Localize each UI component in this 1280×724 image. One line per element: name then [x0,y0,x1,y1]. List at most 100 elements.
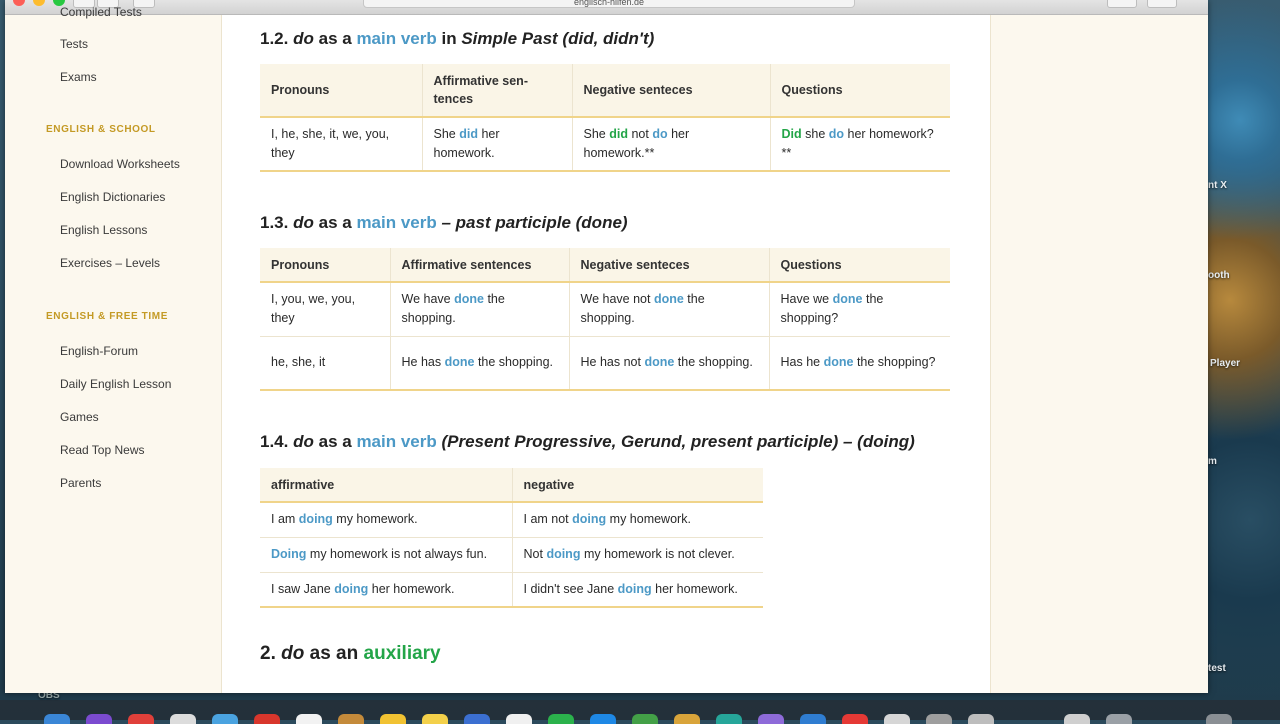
table-cell: Has he done the shopping? [780,355,936,370]
table-row: I am doing my homework. I am not doing m… [260,502,763,538]
sidebar-link[interactable]: Compiled Tests [60,5,142,19]
sidebar-link[interactable]: Read Top News [60,443,145,457]
app-icon[interactable] [296,714,322,724]
table-cell: Have we done the shopping? [769,282,950,337]
simple-past-table: Pronouns Affirmative sen­tences Negative… [260,64,950,172]
table-cell: I, you, we, you, they [260,282,391,337]
sidebar-link[interactable]: English Lessons [60,223,147,237]
browser-titlebar: englisch-hilfen.de [5,0,1208,15]
table-cell: I didn't see Jane doing her homework. [523,581,738,596]
desktop-label[interactable]: test [1208,663,1226,674]
app-icon[interactable] [254,714,280,724]
section-heading-1-4: 1.4. do as a main verb (Present Progress… [260,432,915,452]
notes-icon[interactable] [380,714,406,724]
table-row: I, he, she, it, we, you, they She did he… [260,117,950,171]
app-icon[interactable] [86,714,112,724]
heading-do: do [293,432,314,451]
desktop-label[interactable]: Player [1210,358,1240,369]
table-cell: I saw Jane doing her homework. [260,572,513,607]
table-cell: She did her homework. [422,117,573,171]
app-icon[interactable] [506,714,532,724]
right-gutter [990,15,1208,693]
heading-do: do [293,29,314,48]
app-icon[interactable] [548,714,574,724]
table-cell: I am not doing my homework. [512,502,763,538]
app-icon[interactable] [884,714,910,724]
app-icon[interactable] [128,714,154,724]
app-icon[interactable] [338,714,364,724]
minimize-window-button[interactable] [33,0,45,6]
sidebar-link[interactable]: English Dictionaries [60,190,165,204]
sidebar-link[interactable]: Games [60,410,99,424]
heading-do: do [293,213,314,232]
app-icon[interactable] [926,714,952,724]
safari-icon[interactable] [212,714,238,724]
app-icon[interactable] [968,714,994,724]
app-icon[interactable] [422,714,448,724]
app-icon[interactable] [758,714,784,724]
table-row: he, she, it He has done the shopping. He… [260,336,950,390]
desktop-label[interactable]: ooth [1208,270,1230,281]
table-cell: Did she do her home­work?** [781,127,934,160]
app-icon[interactable] [464,714,490,724]
heading-number: 1.4. [260,432,289,451]
table-cell: He has not done the shopping. [569,336,770,390]
site-sidebar: Compiled Tests Tests Exams ENGLISH & SCH… [5,5,222,693]
heading-text: Simple Past (did, didn't) [461,29,655,48]
column-header: Questions [770,64,950,118]
heading-number: 2. [260,643,276,664]
app-icon[interactable] [716,714,742,724]
section-heading-1-2: 1.2. do as a main verb in Simple Past (d… [260,29,654,49]
app-icon[interactable] [632,714,658,724]
progressive-table: affirmative negative I am doing my homew… [260,468,763,608]
heading-text: as a [318,29,352,48]
sidebar-heading: ENGLISH & FREE TIME [46,311,168,322]
table-row: Doing my homework is not always fun. Not… [260,537,763,573]
table-cell: We have done the shopping. [390,282,570,337]
desktop-label[interactable]: nt X [1208,180,1227,191]
trash-icon[interactable] [1206,714,1232,724]
app-icon[interactable] [170,714,196,724]
sidebar-link[interactable]: Exercises – Levels [60,256,160,270]
heading-text: as a [318,432,352,451]
app-icon[interactable] [842,714,868,724]
table-cell: Not doing my homework is not clever. [512,537,763,573]
table-cell: Doing my homework is not always fun. [260,537,513,573]
address-bar[interactable]: englisch-hilfen.de [363,0,855,8]
column-header: Affirmative sentences [390,248,570,283]
column-header: Negative senteces [572,64,771,118]
app-icon[interactable] [674,714,700,724]
sidebar-link[interactable]: Parents [60,476,101,490]
app-icon[interactable] [1106,714,1132,724]
downloads-icon[interactable] [1064,714,1090,724]
main-verb-link[interactable]: main verb [356,213,436,232]
finder-icon[interactable] [44,714,70,724]
sidebar-link[interactable]: Tests [60,37,88,51]
app-icon[interactable] [800,714,826,724]
heading-number: 1.2. [260,29,289,48]
share-button[interactable] [1107,0,1137,8]
tabs-button[interactable] [1147,0,1177,8]
sidebar-link[interactable]: Daily English Lesson [60,377,171,391]
section-heading-2: 2. do as an auxiliary [260,643,441,665]
desktop-label[interactable]: m [1208,456,1217,467]
sidebar-link[interactable]: Exams [60,70,97,84]
table-cell: I am doing my homework. [260,502,513,538]
sidebar-link[interactable]: Download Worksheets [60,157,180,171]
app-icon[interactable] [590,714,616,724]
main-verb-link[interactable]: main verb [356,29,436,48]
auxiliary-link[interactable]: auxiliary [364,643,441,664]
browser-window: englisch-hilfen.de Compiled Tests Tests … [5,0,1208,693]
table-cell: He has done the shopping. [390,336,570,390]
close-window-button[interactable] [13,0,25,6]
web-page: Compiled Tests Tests Exams ENGLISH & SCH… [5,5,1208,693]
main-verb-link[interactable]: main verb [356,432,436,451]
column-header: Negative senteces [569,248,770,283]
heading-text: as a [318,213,352,232]
column-header: negative [512,468,763,503]
past-participle-table: Pronouns Affirmative sentences Negative … [260,248,950,391]
sidebar-link[interactable]: English-Forum [60,344,138,358]
heading-text: – past participle (done) [441,213,628,232]
table-cell: I, he, she, it, we, you, they [260,117,423,171]
heading-do: do [281,643,305,664]
